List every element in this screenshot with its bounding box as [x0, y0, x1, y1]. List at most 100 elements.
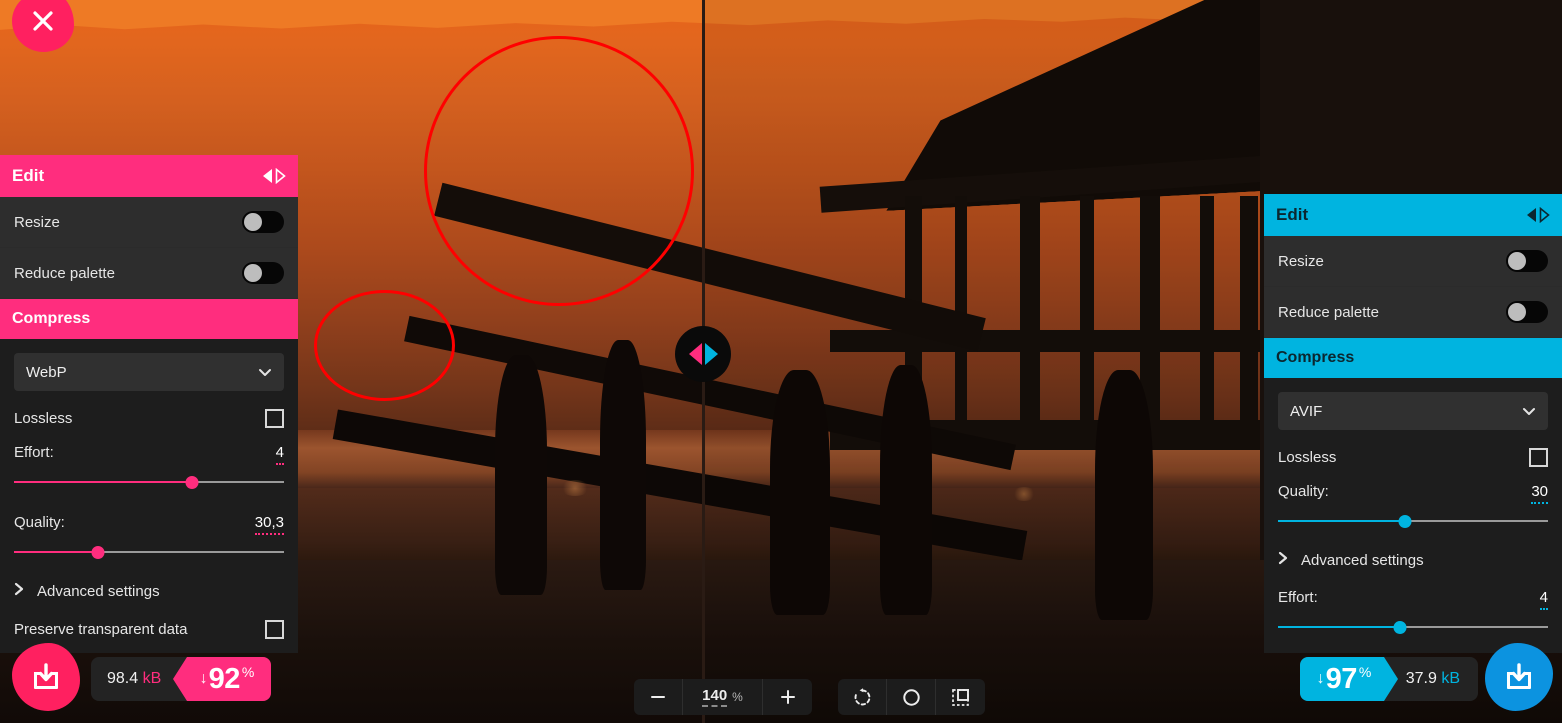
left-compress-title: Compress: [12, 310, 91, 327]
left-resize-row[interactable]: Resize: [0, 197, 298, 248]
fit-to-screen-button[interactable]: [887, 679, 936, 715]
zoom-level-unit: %: [732, 690, 743, 704]
zoom-in-button[interactable]: [763, 679, 812, 715]
right-lossless-label: Lossless: [1278, 449, 1337, 466]
arrow-right-icon: [275, 168, 286, 184]
right-format-select[interactable]: AVIF: [1278, 392, 1548, 430]
person-silhouette: [600, 340, 646, 590]
left-resize-toggle[interactable]: [242, 211, 284, 233]
left-advanced-settings-label: Advanced settings: [37, 582, 160, 600]
circle-icon: [902, 688, 920, 706]
arrow-left-icon: [263, 169, 272, 183]
right-size-text: 37.9 kB: [1406, 670, 1478, 688]
left-effort-value[interactable]: 4: [275, 444, 284, 465]
left-size-text: 98.4 kB: [91, 670, 161, 688]
rotate-icon: [854, 687, 870, 705]
left-format-value: WebP: [26, 363, 67, 381]
left-reduction-value: 92: [208, 662, 241, 695]
comparison-divider-handle[interactable]: [675, 326, 731, 382]
zoom-out-button[interactable]: [634, 679, 683, 715]
left-effort-slider[interactable]: [14, 474, 284, 490]
zoom-level-display[interactable]: 140 %: [683, 679, 763, 715]
left-size-unit: kB: [142, 670, 162, 687]
right-options-panel: Edit Resize Reduce palette Compress AVIF…: [1264, 194, 1562, 653]
arrow-down-icon: ↓: [1316, 670, 1325, 687]
right-reduce-palette-label: Reduce palette: [1278, 303, 1379, 321]
left-panel-title: Edit: [12, 166, 45, 185]
slider-thumb[interactable]: [1393, 621, 1406, 634]
download-icon: [1507, 663, 1531, 689]
plus-icon: [780, 690, 795, 704]
right-resize-toggle[interactable]: [1506, 250, 1548, 272]
slider-fill: [14, 551, 98, 553]
left-lossless-row[interactable]: Lossless: [14, 409, 284, 428]
annotation-circle-small: [314, 290, 455, 401]
right-effort-value[interactable]: 4: [1539, 589, 1548, 610]
left-quality-value[interactable]: 30,3: [254, 514, 284, 535]
left-preserve-transparent-checkbox[interactable]: [265, 620, 284, 639]
left-quality-row: Quality: 30,3: [14, 514, 284, 535]
right-panel-collapse-arrows[interactable]: [1526, 207, 1550, 223]
annotation-circle-large: [424, 36, 694, 306]
left-format-select[interactable]: WebP: [14, 353, 284, 391]
left-quality-label: Quality:: [14, 514, 65, 531]
zoom-level-value: 140: [702, 687, 728, 707]
divider-left-arrow-icon: [688, 343, 702, 365]
slider-fill: [14, 481, 193, 483]
slider-thumb[interactable]: [91, 546, 105, 559]
right-quality-row: Quality: 30: [1278, 483, 1548, 504]
right-panel-header[interactable]: Edit: [1264, 194, 1562, 236]
right-quality-slider[interactable]: [1278, 513, 1548, 529]
right-reduction-value: 97: [1325, 662, 1357, 695]
left-size-pill: 98.4 kB ↓ 92 %: [91, 657, 271, 701]
left-panel-header[interactable]: Edit: [0, 155, 298, 197]
right-reduce-palette-toggle[interactable]: [1506, 301, 1548, 323]
minus-icon: [651, 696, 665, 698]
original-size-button[interactable]: [936, 679, 985, 715]
right-size-unit: kB: [1441, 670, 1460, 687]
slider-thumb[interactable]: [1398, 515, 1412, 528]
slider-thumb[interactable]: [185, 476, 199, 489]
right-resize-label: Resize: [1278, 252, 1324, 270]
left-reduce-palette-toggle[interactable]: [242, 262, 284, 284]
right-reduction-unit: %: [1358, 664, 1372, 680]
right-advanced-settings-toggle[interactable]: Advanced settings: [1278, 551, 1548, 569]
right-size-pill: ↓ 97 % 37.9 kB: [1300, 657, 1478, 701]
right-quality-value[interactable]: 30: [1531, 483, 1548, 504]
right-panel-title: Edit: [1276, 205, 1309, 224]
crop-frame-icon: [952, 688, 969, 706]
left-effort-row: Effort: 4: [14, 444, 284, 465]
rotate-button[interactable]: [838, 679, 887, 715]
toggle-knob: [1508, 252, 1526, 270]
chevron-right-icon: [14, 582, 25, 600]
left-preserve-transparent-label: Preserve transparent data: [14, 621, 188, 638]
slider-fill: [1278, 626, 1400, 628]
left-preserve-transparent-row[interactable]: Preserve transparent data: [14, 620, 284, 639]
right-reduce-palette-row[interactable]: Reduce palette: [1264, 287, 1562, 338]
right-effort-slider[interactable]: [1278, 619, 1548, 635]
left-advanced-settings-toggle[interactable]: Advanced settings: [14, 582, 284, 600]
right-compress-body: AVIF Lossless Quality: 30 Advanced setti…: [1264, 392, 1562, 653]
right-quality-label: Quality:: [1278, 483, 1329, 500]
left-resize-label: Resize: [14, 213, 60, 231]
right-lossless-checkbox[interactable]: [1529, 448, 1548, 467]
left-reduce-palette-row[interactable]: Reduce palette: [0, 248, 298, 299]
zoom-controls-group: 140 %: [634, 679, 812, 715]
person-silhouette: [495, 355, 547, 595]
divider-right-arrow-icon: [704, 343, 718, 365]
right-format-value: AVIF: [1290, 402, 1323, 420]
left-panel-collapse-arrows[interactable]: [262, 168, 286, 184]
left-download-button[interactable]: [12, 643, 80, 711]
right-resize-row[interactable]: Resize: [1264, 236, 1562, 287]
left-lossless-checkbox[interactable]: [265, 409, 284, 428]
left-compress-body: WebP Lossless Effort: 4 Quality: 30,3 Ad…: [0, 353, 298, 653]
left-reduction-unit: %: [241, 664, 255, 680]
right-effort-row: Effort: 4: [1278, 589, 1548, 610]
toggle-knob: [1508, 303, 1526, 321]
right-lossless-row[interactable]: Lossless: [1278, 448, 1548, 467]
left-options-panel: Edit Resize Reduce palette Compress WebP…: [0, 155, 298, 653]
chevron-right-icon: [1278, 551, 1289, 569]
left-quality-slider[interactable]: [14, 544, 284, 560]
left-compress-header: Compress: [0, 299, 298, 339]
left-reduce-palette-label: Reduce palette: [14, 264, 115, 282]
